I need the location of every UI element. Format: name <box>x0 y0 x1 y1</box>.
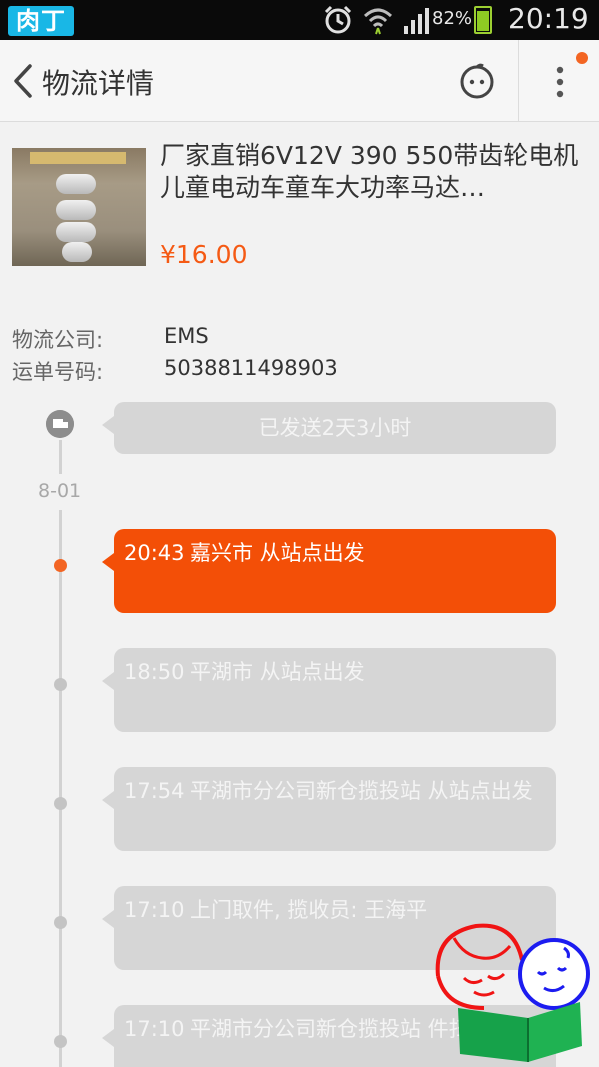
company-label: 物流公司: <box>12 328 104 352</box>
clock: 20:19 <box>508 2 589 35</box>
event-time: 18:50 <box>124 660 185 684</box>
product-image-banner <box>30 152 126 164</box>
header-divider <box>518 40 519 122</box>
page-title: 物流详情 <box>42 67 155 100</box>
event-description: 平湖市 从站点出发 <box>190 660 365 684</box>
timeline-event: 18:50 平湖市 从站点出发 <box>124 656 546 688</box>
watermark-logo: 肉丁 <box>8 6 74 36</box>
smiley-face-icon[interactable] <box>458 62 496 100</box>
more-vertical-icon[interactable] <box>542 64 578 100</box>
event-time: 20:43 <box>124 541 185 565</box>
timeline-dot <box>54 678 67 691</box>
timeline-dot <box>54 797 67 810</box>
notification-badge <box>576 52 588 64</box>
event-time: 17:10 <box>124 1017 185 1041</box>
motor-graphic <box>62 242 92 262</box>
timeline-event: 17:54 平湖市分公司新仓揽投站 从站点出发 <box>124 775 546 807</box>
timeline-line <box>59 510 62 1067</box>
mascot-watermark-icon <box>435 923 590 1062</box>
product-title[interactable]: 厂家直销6V12V 390 550带齿轮电机 儿童电动车童车大功率马达… <box>160 140 580 204</box>
timeline-dot <box>54 559 67 572</box>
truck-icon <box>46 410 74 438</box>
event-time: 17:54 <box>124 779 185 803</box>
motor-graphic <box>56 174 96 194</box>
wifi-icon <box>363 8 393 35</box>
battery-icon <box>474 6 492 34</box>
status-bar: 肉丁 82% 20:19 <box>0 0 599 40</box>
company-value: EMS <box>164 324 209 348</box>
event-description: 嘉兴市 从站点出发 <box>190 541 365 565</box>
signal-icon <box>404 8 429 34</box>
product-price: ¥16.00 <box>160 240 248 269</box>
navigation-header: 物流详情 <box>0 40 599 122</box>
motor-graphic <box>56 200 96 220</box>
battery-level-fill <box>477 11 489 31</box>
chevron-left-icon[interactable] <box>6 60 40 102</box>
shipping-duration-card: 已发送2天3小时 <box>102 402 556 454</box>
timeline-dot <box>54 916 67 929</box>
timeline-dot <box>54 1035 67 1048</box>
tracking-number[interactable]: 5038811498903 <box>164 356 338 380</box>
shipping-duration: 已发送2天3小时 <box>258 416 412 440</box>
timeline-date: 8-01 <box>38 478 82 504</box>
timeline-event-card: 20:43 嘉兴市 从站点出发 <box>102 529 556 613</box>
timeline-event-card: 18:50 平湖市 从站点出发 <box>102 648 556 732</box>
timeline-line <box>59 440 62 474</box>
timeline-event: 20:43 嘉兴市 从站点出发 <box>124 537 546 569</box>
battery-percent: 82% <box>432 8 473 29</box>
event-description: 平湖市分公司新仓揽投站 从站点出发 <box>190 779 533 803</box>
motor-graphic <box>56 222 96 242</box>
alarm-icon <box>324 5 352 34</box>
event-time: 17:10 <box>124 898 185 922</box>
tracking-label: 运单号码: <box>12 360 104 384</box>
timeline-event-card: 17:54 平湖市分公司新仓揽投站 从站点出发 <box>102 767 556 851</box>
product-image[interactable] <box>12 148 146 266</box>
